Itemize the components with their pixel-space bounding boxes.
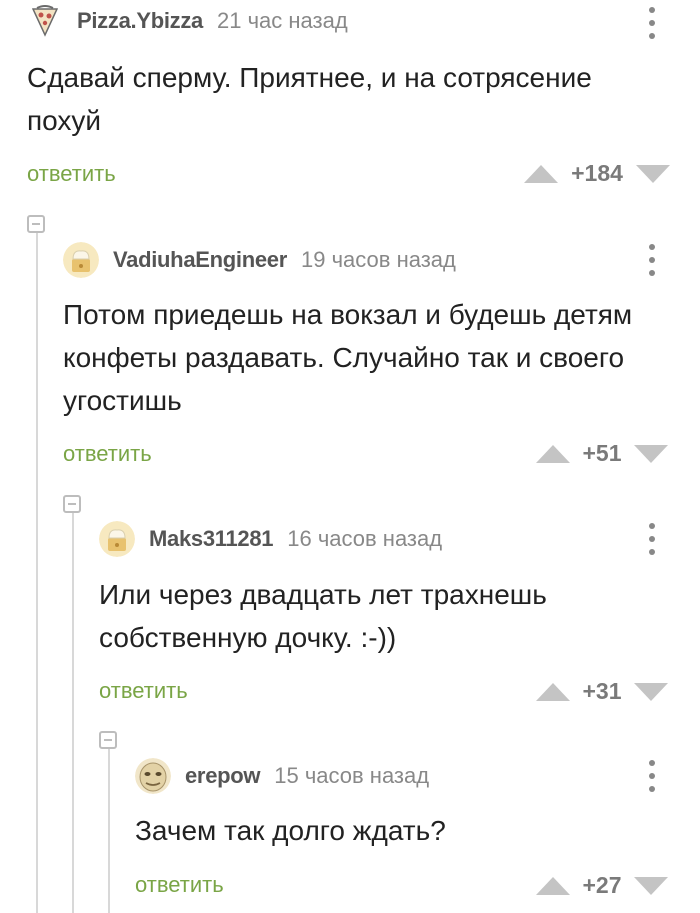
upvote-icon[interactable] bbox=[524, 164, 558, 183]
comment-text-line: Зачем так долго ждать? bbox=[135, 815, 446, 846]
downvote-icon[interactable] bbox=[634, 876, 668, 895]
more-options-icon[interactable] bbox=[642, 3, 662, 43]
timestamp[interactable]: 16 часов назад bbox=[287, 526, 442, 552]
rating: +31 bbox=[582, 678, 622, 704]
timestamp[interactable]: 21 час назад bbox=[217, 8, 348, 34]
thread-line bbox=[108, 749, 110, 913]
timestamp[interactable]: 15 часов назад bbox=[274, 763, 429, 789]
collapse-toggle-icon[interactable] bbox=[27, 215, 45, 233]
comment-text-line: угостишь bbox=[63, 385, 182, 416]
rating: +184 bbox=[571, 160, 623, 186]
upvote-icon[interactable] bbox=[536, 444, 570, 463]
default-chef-avatar[interactable] bbox=[63, 242, 99, 278]
comment-text-line: Или через двадцать лет трахнешь bbox=[99, 579, 547, 610]
reply-link[interactable]: ответить bbox=[99, 678, 188, 704]
rating: +51 bbox=[582, 440, 622, 466]
timestamp[interactable]: 19 часов назад bbox=[301, 247, 456, 273]
more-options-icon[interactable] bbox=[642, 240, 662, 280]
reply-link[interactable]: ответить bbox=[27, 161, 116, 187]
comment-text-line: похуй bbox=[27, 105, 102, 136]
pizza-avatar[interactable] bbox=[27, 3, 63, 39]
default-chef-avatar[interactable] bbox=[99, 521, 135, 557]
more-options-icon[interactable] bbox=[642, 756, 662, 796]
comment-text-line: Сдавай сперму. Приятнее, и на сотрясение bbox=[27, 62, 592, 93]
rating: +27 bbox=[582, 872, 622, 898]
thread-line bbox=[72, 513, 74, 913]
upvote-icon[interactable] bbox=[536, 876, 570, 895]
comment-text-line: конфеты раздавать. Случайно так и своего bbox=[63, 342, 625, 373]
username[interactable]: VadiuhaEngineer bbox=[113, 247, 287, 273]
face-avatar[interactable] bbox=[135, 758, 171, 794]
downvote-icon[interactable] bbox=[634, 682, 668, 701]
more-options-icon[interactable] bbox=[642, 519, 662, 559]
downvote-icon[interactable] bbox=[636, 164, 670, 183]
collapse-toggle-icon[interactable] bbox=[63, 495, 81, 513]
downvote-icon[interactable] bbox=[634, 444, 668, 463]
username[interactable]: Maks311281 bbox=[149, 526, 274, 552]
username[interactable]: Pizza.Ybizza bbox=[77, 8, 203, 34]
reply-link[interactable]: ответить bbox=[135, 872, 224, 898]
collapse-toggle-icon[interactable] bbox=[99, 731, 117, 749]
upvote-icon[interactable] bbox=[536, 682, 570, 701]
username[interactable]: erepow bbox=[185, 763, 261, 789]
thread-line bbox=[36, 232, 38, 913]
reply-link[interactable]: ответить bbox=[63, 441, 152, 467]
comment-text-line: Потом приедешь на вокзал и будешь детям bbox=[63, 299, 633, 330]
comment-text-line: собственную дочку. :-)) bbox=[99, 622, 397, 653]
